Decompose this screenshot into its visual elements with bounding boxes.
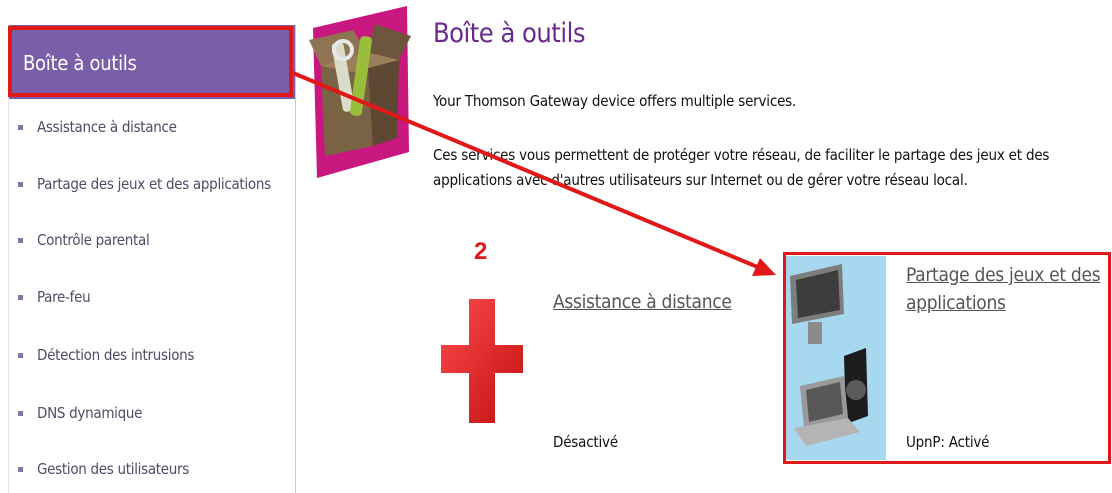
sidebar-item-label: DNS dynamique [37, 404, 143, 422]
sidebar-item-label: Gestion des utilisateurs [37, 460, 190, 478]
description-line-2: applications avec d'autres utilisateurs … [433, 171, 968, 189]
sidebar-item-game-sharing[interactable]: Partage des jeux et des applications [18, 175, 271, 193]
sidebar-item-remote-assistance[interactable]: Assistance à distance [18, 118, 177, 136]
bullet-icon [18, 237, 23, 243]
toolbox-icon [309, 6, 411, 178]
sidebar-item-parental-control[interactable]: Contrôle parental [18, 231, 150, 249]
remote-assistance-status: Désactivé [553, 433, 618, 451]
sidebar-item-label: Pare-feu [37, 288, 91, 306]
sidebar-item-intrusion-detection[interactable]: Détection des intrusions [18, 346, 194, 364]
bullet-icon [18, 410, 23, 416]
red-cross-icon[interactable] [441, 299, 523, 423]
highlight-box-game-sharing [783, 252, 1111, 464]
bullet-icon [18, 352, 23, 358]
bullet-icon [18, 124, 23, 130]
step-number: 2 [474, 238, 488, 265]
bullet-icon [18, 466, 23, 472]
sidebar-item-label: Partage des jeux et des applications [37, 175, 271, 193]
remote-assistance-link[interactable]: Assistance à distance [553, 288, 732, 316]
page-title: Boîte à outils [433, 18, 585, 49]
sidebar-item-label: Contrôle parental [37, 231, 150, 249]
highlight-box-toolbox [8, 26, 293, 97]
sidebar-item-label: Assistance à distance [37, 118, 177, 136]
sidebar-item-firewall[interactable]: Pare-feu [18, 288, 91, 306]
bullet-icon [18, 181, 23, 187]
intro-text: Your Thomson Gateway device offers multi… [433, 92, 797, 110]
sidebar-item-user-management[interactable]: Gestion des utilisateurs [18, 460, 189, 478]
sidebar-item-label: Détection des intrusions [37, 346, 195, 364]
sidebar-item-dynamic-dns[interactable]: DNS dynamique [18, 404, 142, 422]
bullet-icon [18, 294, 23, 300]
description-line-1: Ces services vous permettent de protéger… [433, 146, 1050, 164]
